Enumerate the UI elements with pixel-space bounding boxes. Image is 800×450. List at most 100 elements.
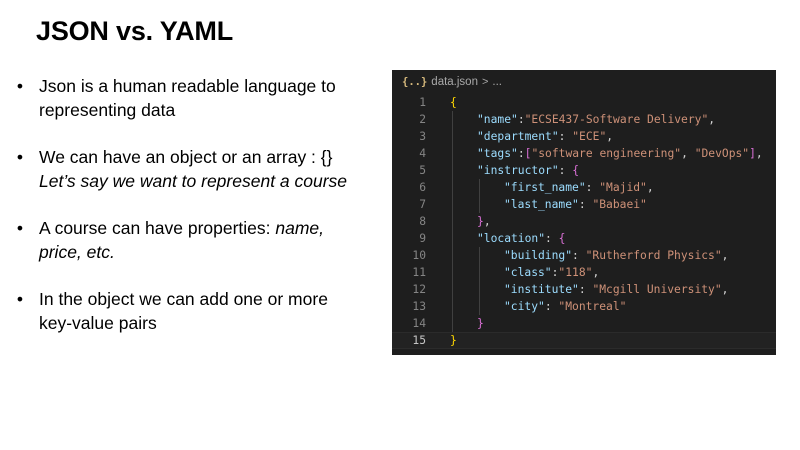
indent-guide: [452, 315, 453, 332]
code-token: }: [450, 334, 457, 347]
indent-guide: [479, 281, 480, 298]
bullet-dot: •: [16, 289, 24, 309]
code-token: "Montreal": [558, 300, 627, 313]
code-line: 14}: [392, 315, 776, 332]
indent-guide: [452, 247, 453, 264]
code-line: 3 "department": "ECE",: [392, 128, 776, 145]
indent-guide: [452, 196, 453, 213]
code-token: "DevOps": [694, 147, 750, 160]
bullet-list: • Json is a human readable language to r…: [14, 74, 386, 358]
code-token: "location": [477, 232, 546, 245]
chevron-right-icon: >: [481, 76, 489, 88]
code-content: "class":"118",: [504, 264, 599, 281]
code-token: "department": [477, 130, 559, 143]
code-token: }: [477, 215, 484, 228]
code-token: "building": [504, 249, 573, 262]
code-token: "tags": [477, 147, 518, 160]
code-token: "ECSE437-Software Delivery": [524, 113, 709, 126]
bullet-dot: •: [16, 147, 24, 167]
code-token: "software engineering": [531, 147, 682, 160]
code-token: }: [477, 317, 484, 330]
bullet-item: • A course can have properties: name, pr…: [14, 216, 386, 264]
code-token: "first_name": [504, 181, 586, 194]
code-line: 13 "city": "Montreal": [392, 298, 776, 315]
bullet-text: In the object we can add one or more: [39, 289, 328, 309]
indent-guide: [479, 196, 480, 213]
code-token: ,: [606, 130, 614, 143]
indent-guide: [452, 281, 453, 298]
slide-title: JSON vs. YAML: [36, 16, 233, 46]
code-line: 11 "class":"118",: [392, 264, 776, 281]
indent-guide: [452, 230, 453, 247]
indent-guide: [452, 213, 453, 230]
bullet-text: Json is a human readable language to: [39, 76, 336, 96]
code-line: 8},: [392, 213, 776, 230]
line-number: 8: [419, 215, 426, 228]
code-token: "institute": [504, 283, 579, 296]
code-token: ,: [721, 249, 729, 262]
code-token: :: [572, 249, 586, 262]
code-line: 6 "first_name": "Majid",: [392, 179, 776, 196]
indent-guide: [452, 162, 453, 179]
indent-guide: [452, 179, 453, 196]
code-content: "location": {: [477, 230, 565, 247]
code-token: :: [517, 147, 525, 160]
code-content: "department": "ECE",: [477, 128, 613, 145]
json-file-icon: {..}: [402, 76, 428, 88]
code-token: ,: [708, 113, 716, 126]
indent-guide: [479, 264, 480, 281]
code-line: 2 "name":"ECSE437-Software Delivery",: [392, 111, 776, 128]
indent-guide: [479, 298, 480, 315]
line-number: 11: [412, 266, 426, 279]
code-token: :: [558, 164, 573, 177]
code-content: "city": "Montreal": [504, 298, 626, 315]
code-editor-screenshot: {..} data.json > ... 1{2 "name":"ECSE437-…: [392, 70, 776, 355]
line-number: 7: [419, 198, 426, 211]
code-token: ,: [721, 283, 729, 296]
bullet-text: We can have an object or an array : {}: [39, 147, 333, 167]
code-line: 12 "institute": "Mcgill University",: [392, 281, 776, 298]
code-content: "tags":["software engineering", "DevOps"…: [477, 145, 763, 162]
line-number: 1: [419, 96, 426, 109]
code-content: "name":"ECSE437-Software Delivery",: [477, 111, 715, 128]
line-number: 12: [412, 283, 426, 296]
code-line: 9 "location": {: [392, 230, 776, 247]
line-number: 15: [412, 334, 426, 347]
code-token: {: [572, 164, 580, 177]
code-line: 15}: [392, 332, 776, 349]
code-token: :: [545, 232, 559, 245]
code-token: {: [558, 232, 566, 245]
code-token: "Rutherford Physics": [585, 249, 722, 262]
indent-guide: [452, 298, 453, 315]
code-content: }: [450, 333, 457, 348]
code-content: "first_name": "Majid",: [504, 179, 654, 196]
bullet-text: A course can have properties: name,: [39, 218, 325, 238]
bullet-text-italic: price, etc.: [39, 242, 115, 262]
code-line: 4 "tags":["software engineering", "DevOps…: [392, 145, 776, 162]
breadcrumb-file-name[interactable]: data.json: [431, 76, 478, 88]
breadcrumb: {..} data.json > ...: [392, 70, 776, 94]
indent-guide: [452, 128, 453, 145]
code-token: ,: [592, 266, 600, 279]
code-content: },: [477, 213, 491, 230]
code-line: 10 "building": "Rutherford Physics",: [392, 247, 776, 264]
line-number: 13: [412, 300, 426, 313]
code-token: {: [450, 96, 457, 109]
code-token: "instructor": [477, 164, 559, 177]
code-token: ,: [755, 147, 763, 160]
code-area: 1{2 "name":"ECSE437-Software Delivery", 3 "…: [392, 94, 776, 349]
code-token: ]: [749, 147, 756, 160]
line-number: 2: [419, 113, 426, 126]
line-number: 3: [419, 130, 426, 143]
breadcrumb-more[interactable]: ...: [492, 76, 502, 88]
code-token: "last_name": [504, 198, 579, 211]
line-number: 6: [419, 181, 426, 194]
bullet-text: key-value pairs: [39, 313, 157, 333]
code-token: "name": [477, 113, 518, 126]
code-token: "class": [504, 266, 552, 279]
code-token: :: [585, 181, 600, 194]
code-token: ,: [681, 147, 695, 160]
indent-guide: [452, 264, 453, 281]
bullet-item: • We can have an object or an array : {}…: [14, 145, 386, 193]
code-line: 7 "last_name": "Babaei": [392, 196, 776, 213]
